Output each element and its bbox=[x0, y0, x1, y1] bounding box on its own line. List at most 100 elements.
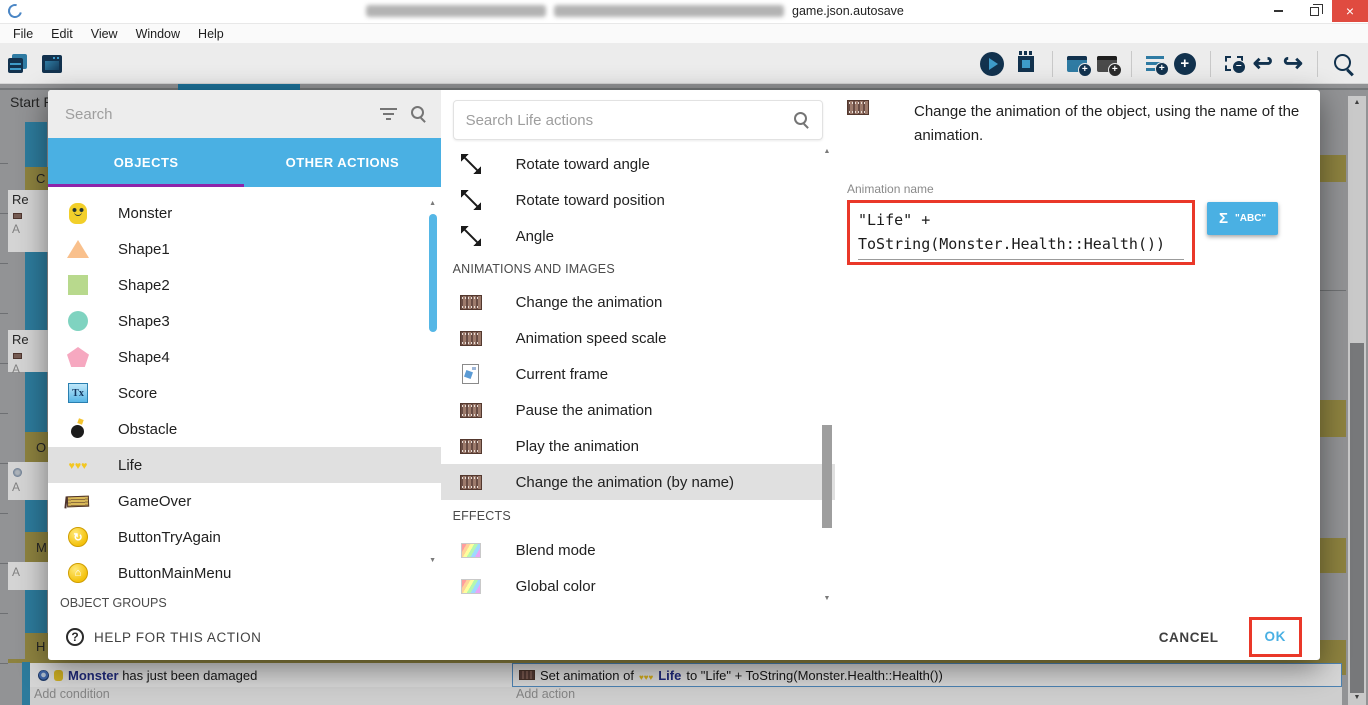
object-label: Life bbox=[118, 456, 143, 474]
scroll-down-arrow-icon[interactable]: ▼ bbox=[821, 595, 833, 602]
add-subevent-icon[interactable] bbox=[1145, 56, 1169, 76]
blurred-title-segment bbox=[554, 5, 784, 17]
object-item-buttontryagain[interactable]: ButtonTryAgain bbox=[48, 519, 441, 555]
object-item-shape2[interactable]: Shape2 bbox=[48, 267, 441, 303]
object-label: Shape3 bbox=[118, 312, 170, 330]
ok-button[interactable]: OK bbox=[1265, 629, 1286, 644]
film-icon bbox=[459, 438, 482, 454]
action-search-input[interactable] bbox=[465, 111, 784, 129]
help-icon: ? bbox=[66, 628, 84, 646]
search-icon[interactable] bbox=[410, 106, 427, 122]
object-search-input[interactable] bbox=[65, 105, 366, 123]
action-item-current-frame[interactable]: Current frame bbox=[441, 356, 835, 392]
bomb-icon bbox=[69, 419, 87, 439]
film-icon bbox=[459, 402, 482, 418]
object-tabs: OBJECTS OTHER ACTIONS bbox=[48, 138, 441, 187]
close-button[interactable]: × bbox=[1332, 0, 1368, 22]
help-button[interactable]: ? HELP FOR THIS ACTION bbox=[66, 628, 262, 646]
filter-icon[interactable] bbox=[379, 107, 397, 121]
menu-bar: File Edit View Window Help bbox=[0, 24, 1368, 44]
action-item-play-the-animation[interactable]: Play the animation bbox=[441, 428, 835, 464]
scroll-down-arrow-icon[interactable]: ▼ bbox=[427, 557, 439, 564]
add-event-icon[interactable] bbox=[1066, 55, 1092, 77]
object-item-shape3[interactable]: Shape3 bbox=[48, 303, 441, 339]
menu-window[interactable]: Window bbox=[127, 27, 189, 41]
toolbar-separator bbox=[1051, 50, 1053, 77]
restore-button[interactable] bbox=[1296, 0, 1332, 22]
search-icon[interactable] bbox=[794, 112, 810, 128]
action-item-angle[interactable]: Angle bbox=[441, 218, 835, 254]
action-label: Global color bbox=[515, 577, 596, 595]
triangle-icon bbox=[67, 240, 89, 258]
action-item-rotate-toward-position[interactable]: Rotate toward position bbox=[441, 182, 835, 218]
color-icon bbox=[460, 542, 481, 558]
object-label: Shape1 bbox=[118, 240, 170, 258]
expression-line-2: ToString(Monster.Health::Health()) bbox=[858, 235, 1166, 253]
object-item-buttonmainmenu[interactable]: ButtonMainMenu bbox=[48, 555, 441, 591]
action-item-change-the-animation-by-name[interactable]: Change the animation (by name) bbox=[440, 464, 835, 500]
object-selector-panel: OBJECTSOTHER ACTIONS Monster Shape1 Shape2… bbox=[48, 90, 441, 614]
gdevelop-window: game.json.autosave × File Edit View Window H… bbox=[0, 0, 1368, 705]
object-item-obstacle[interactable]: Obstacle bbox=[48, 411, 441, 447]
delete-event-icon[interactable] bbox=[1224, 56, 1246, 74]
object-item-score[interactable]: Score bbox=[48, 375, 441, 411]
scrollbar-thumb[interactable] bbox=[428, 214, 437, 332]
abc-label: "ABC" bbox=[1235, 213, 1267, 224]
gdevelop-logo-icon bbox=[5, 1, 25, 21]
undo-icon[interactable] bbox=[1253, 52, 1273, 76]
object-item-life[interactable]: Life bbox=[48, 447, 441, 483]
action-description: Change the animation of the object, usin… bbox=[914, 103, 1300, 144]
action-list-scrollbar[interactable]: ▲ ▼ bbox=[821, 148, 833, 602]
action-item-change-the-animation[interactable]: Change the animation bbox=[441, 284, 835, 320]
action-item-pause-the-animation[interactable]: Pause the animation bbox=[441, 392, 835, 428]
object-item-monster[interactable]: Monster bbox=[48, 195, 441, 231]
debug-icon[interactable] bbox=[1017, 50, 1034, 72]
object-item-shape4[interactable]: Shape4 bbox=[48, 339, 441, 375]
title-bar: game.json.autosave × bbox=[0, 0, 1368, 24]
action-item-rotate-toward-angle[interactable]: Rotate toward angle bbox=[441, 146, 835, 182]
add-comment-icon[interactable] bbox=[1096, 55, 1122, 77]
action-label: Change the animation bbox=[515, 293, 663, 311]
animation-name-label: Animation name bbox=[847, 182, 934, 196]
hearts-icon bbox=[69, 456, 88, 474]
tab-other-actions[interactable]: OTHER ACTIONS bbox=[244, 138, 440, 187]
window-title: game.json.autosave bbox=[366, 4, 904, 18]
play-icon[interactable] bbox=[979, 51, 1004, 76]
menu-file[interactable]: File bbox=[4, 27, 42, 41]
home-button-icon bbox=[68, 563, 88, 583]
animation-name-input[interactable]: "Life" + ToString(Monster.Health::Health… bbox=[847, 200, 1195, 265]
project-manager-icon[interactable] bbox=[8, 53, 28, 74]
minimize-button[interactable] bbox=[1260, 0, 1296, 22]
object-list-scrollbar[interactable]: ▲ ▼ bbox=[427, 200, 439, 564]
action-label: Change the animation (by name) bbox=[515, 473, 735, 491]
search-tool-icon[interactable] bbox=[1332, 52, 1356, 76]
cancel-button[interactable]: CANCEL bbox=[1153, 622, 1225, 653]
scroll-up-arrow-icon[interactable]: ▲ bbox=[821, 148, 833, 155]
restore-icon bbox=[1309, 3, 1323, 16]
action-label: Rotate toward angle bbox=[515, 155, 650, 173]
action-item-blend-mode[interactable]: Blend mode bbox=[441, 532, 835, 568]
expression-editor-button[interactable]: Σ "ABC" bbox=[1207, 202, 1279, 235]
tab-objects[interactable]: OBJECTS bbox=[48, 138, 245, 187]
add-circle-icon[interactable] bbox=[1173, 52, 1196, 75]
redo-icon[interactable] bbox=[1283, 52, 1303, 76]
action-label: Animation speed scale bbox=[515, 329, 667, 347]
scroll-up-arrow-icon[interactable]: ▲ bbox=[427, 200, 439, 207]
sigma-icon: Σ bbox=[1219, 210, 1229, 227]
action-label: Play the animation bbox=[515, 437, 639, 455]
scrollbar-thumb[interactable] bbox=[822, 425, 832, 528]
action-section-header: ANIMATIONS AND IMAGES bbox=[452, 262, 615, 276]
start-page-icon[interactable] bbox=[42, 54, 62, 73]
action-item-global-color[interactable]: Global color bbox=[441, 568, 835, 604]
square-icon bbox=[68, 275, 88, 295]
menu-edit[interactable]: Edit bbox=[42, 27, 82, 41]
object-item-gameover[interactable]: GameOver bbox=[48, 483, 441, 519]
action-item-animation-speed-scale[interactable]: Animation speed scale bbox=[441, 320, 835, 356]
rotate-icon bbox=[460, 226, 481, 246]
object-item-shape1[interactable]: Shape1 bbox=[48, 231, 441, 267]
menu-help[interactable]: Help bbox=[189, 27, 233, 41]
minimize-icon bbox=[1273, 10, 1283, 12]
text-icon bbox=[68, 383, 88, 403]
action-label: Current frame bbox=[515, 365, 609, 383]
menu-view[interactable]: View bbox=[82, 27, 127, 41]
